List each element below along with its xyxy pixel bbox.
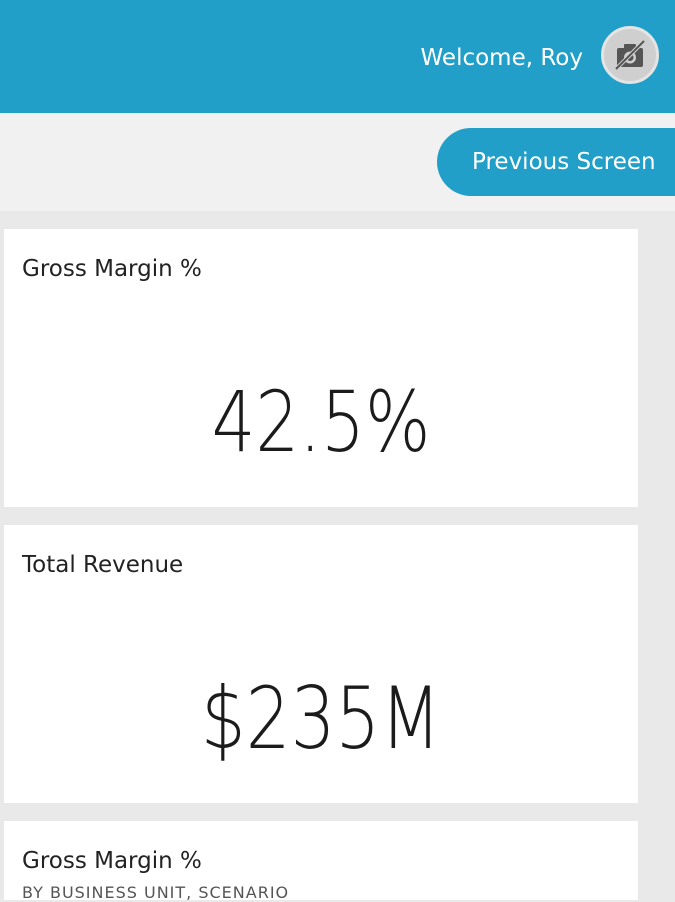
previous-screen-button[interactable]: Previous Screen bbox=[437, 128, 675, 196]
card-title: Total Revenue bbox=[22, 552, 184, 578]
kpi-value: 42.5% bbox=[211, 373, 431, 471]
kpi-value: $235M bbox=[200, 669, 442, 769]
no-photo-icon bbox=[614, 39, 646, 71]
user-avatar[interactable] bbox=[601, 26, 659, 84]
kpi-card-total-revenue[interactable]: Total Revenue $235M bbox=[4, 525, 638, 803]
app-header: Welcome, Roy bbox=[0, 0, 675, 113]
chart-card-gross-margin[interactable]: Gross Margin % BY BUSINESS UNIT, SCENARI… bbox=[4, 821, 638, 902]
card-title: Gross Margin % bbox=[22, 848, 202, 874]
card-subtitle: BY BUSINESS UNIT, SCENARIO bbox=[22, 883, 290, 902]
card-title: Gross Margin % bbox=[22, 256, 202, 282]
kpi-card-gross-margin[interactable]: Gross Margin % 42.5% bbox=[4, 229, 638, 507]
welcome-text: Welcome, Roy bbox=[420, 45, 583, 71]
scroll-rail bbox=[639, 211, 675, 900]
